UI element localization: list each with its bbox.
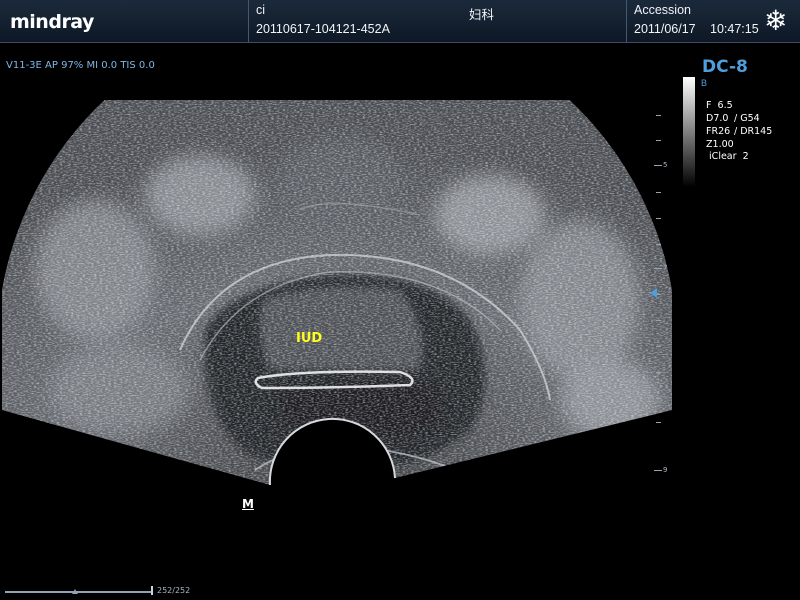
focus-position-marker[interactable]	[650, 288, 657, 298]
orientation-marker: M	[242, 497, 254, 511]
depth-scale: 5 7 9	[650, 110, 670, 490]
ultrasound-sector-image[interactable]	[0, 0, 800, 600]
depth-label: 7	[663, 264, 668, 272]
cine-progress-bar[interactable]	[5, 591, 153, 593]
iud-annotation[interactable]: IUD	[296, 331, 322, 346]
depth-label: 9	[663, 466, 668, 474]
cine-position-cursor[interactable]	[151, 586, 153, 595]
param-iclear: iClear 2	[709, 151, 749, 162]
depth-label: 5	[663, 161, 668, 169]
device-model: DC-8	[702, 57, 748, 77]
cine-start-marker[interactable]	[72, 589, 78, 594]
grayscale-map-bar	[683, 77, 695, 187]
probe-acoustic-info: V11-3E AP 97% MI 0.0 TIS 0.0	[6, 60, 155, 71]
imaging-mode: B	[701, 78, 708, 88]
cine-frame-counter: 252/252	[157, 586, 191, 595]
